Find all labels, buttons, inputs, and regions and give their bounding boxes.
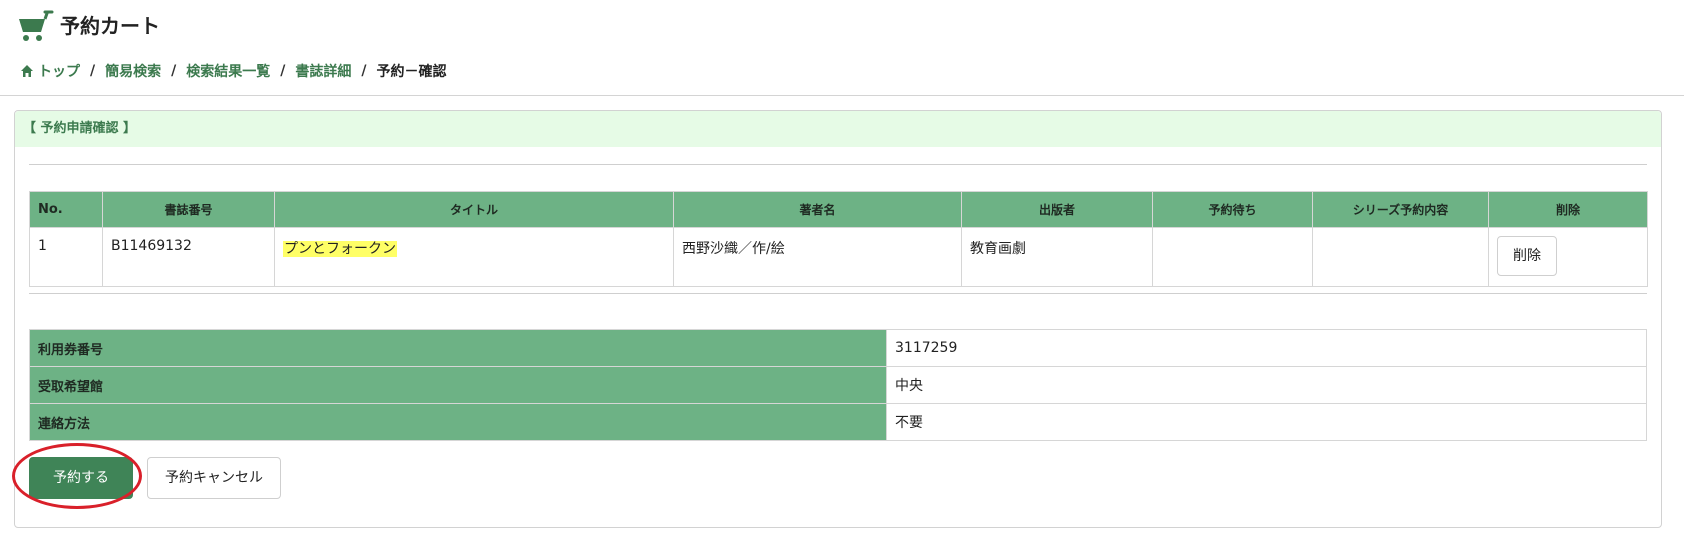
info-row-pickup-library: 受取希望館 中央: [29, 366, 1647, 404]
page-header: 予約カート トップ / 簡易検索 / 検索結果一覧 / 書誌詳細 / 予約－確認: [0, 0, 1684, 96]
breadcrumb: トップ / 簡易検索 / 検索結果一覧 / 書誌詳細 / 予約－確認: [20, 61, 447, 81]
reservation-items-table: No. 書誌番号 タイトル 著者名 出版者 予約待ち シリーズ予約内容 削除 1…: [29, 191, 1648, 287]
column-header-no: No.: [29, 191, 103, 228]
shopping-cart-icon: [19, 10, 54, 41]
table-header-row: No. 書誌番号 タイトル 著者名 出版者 予約待ち シリーズ予約内容 削除: [29, 191, 1648, 228]
info-value-card-number: 3117259: [886, 329, 1647, 367]
info-label-pickup-library: 受取希望館: [29, 366, 887, 404]
breadcrumb-separator: /: [280, 63, 286, 79]
info-value-pickup-library: 中央: [886, 366, 1647, 404]
info-label-card-number: 利用券番号: [29, 329, 887, 367]
column-header-title: タイトル: [274, 191, 674, 228]
breadcrumb-separator: /: [361, 63, 367, 79]
cell-bib-id: B11469132: [102, 227, 275, 287]
page-title: 予約カート: [60, 14, 160, 38]
reservation-confirm-panel: 【 予約申請確認 】 No. 書誌番号 タイトル 著者名 出版者 予約待ち シリ…: [14, 110, 1662, 528]
cell-series: [1312, 227, 1489, 287]
breadcrumb-top[interactable]: トップ: [38, 61, 80, 81]
breadcrumb-separator: /: [90, 63, 96, 79]
breadcrumb-current: 予約－確認: [376, 64, 447, 80]
divider: [29, 293, 1647, 294]
home-icon[interactable]: [20, 64, 34, 78]
column-header-publisher: 出版者: [961, 191, 1153, 228]
info-row-contact-method: 連絡方法 不要: [29, 403, 1647, 441]
breadcrumb-separator: /: [171, 63, 177, 79]
cell-waiting: [1152, 227, 1313, 287]
cell-delete: 削除: [1488, 227, 1648, 287]
cell-no: 1: [29, 227, 103, 287]
breadcrumb-search-results[interactable]: 検索結果一覧: [186, 61, 270, 81]
info-value-contact-method: 不要: [886, 403, 1647, 441]
column-header-waiting: 予約待ち: [1152, 191, 1313, 228]
panel-heading: 【 予約申請確認 】: [15, 111, 1661, 147]
column-header-author: 著者名: [673, 191, 962, 228]
column-header-series: シリーズ予約内容: [1312, 191, 1489, 228]
cell-publisher: 教育画劇: [961, 227, 1153, 287]
delete-button[interactable]: 削除: [1497, 236, 1557, 276]
breadcrumb-simple-search[interactable]: 簡易検索: [105, 61, 161, 81]
cell-title: プンとフォークン: [274, 227, 674, 287]
column-header-bib-id: 書誌番号: [102, 191, 275, 228]
column-header-delete: 削除: [1488, 191, 1648, 228]
cell-author: 西野沙織／作/絵: [673, 227, 962, 287]
reserve-button[interactable]: 予約する: [29, 457, 133, 499]
title-link[interactable]: プンとフォークン: [283, 241, 397, 257]
info-row-card-number: 利用券番号 3117259: [29, 329, 1647, 367]
info-label-contact-method: 連絡方法: [29, 403, 887, 441]
reservation-info-table: 利用券番号 3117259 受取希望館 中央 連絡方法 不要: [29, 329, 1647, 441]
divider: [29, 164, 1647, 165]
table-row: 1 B11469132 プンとフォークン 西野沙織／作/絵 教育画劇 削除: [29, 227, 1648, 287]
cancel-reservation-button[interactable]: 予約キャンセル: [147, 457, 281, 499]
breadcrumb-bib-detail[interactable]: 書誌詳細: [295, 61, 351, 81]
